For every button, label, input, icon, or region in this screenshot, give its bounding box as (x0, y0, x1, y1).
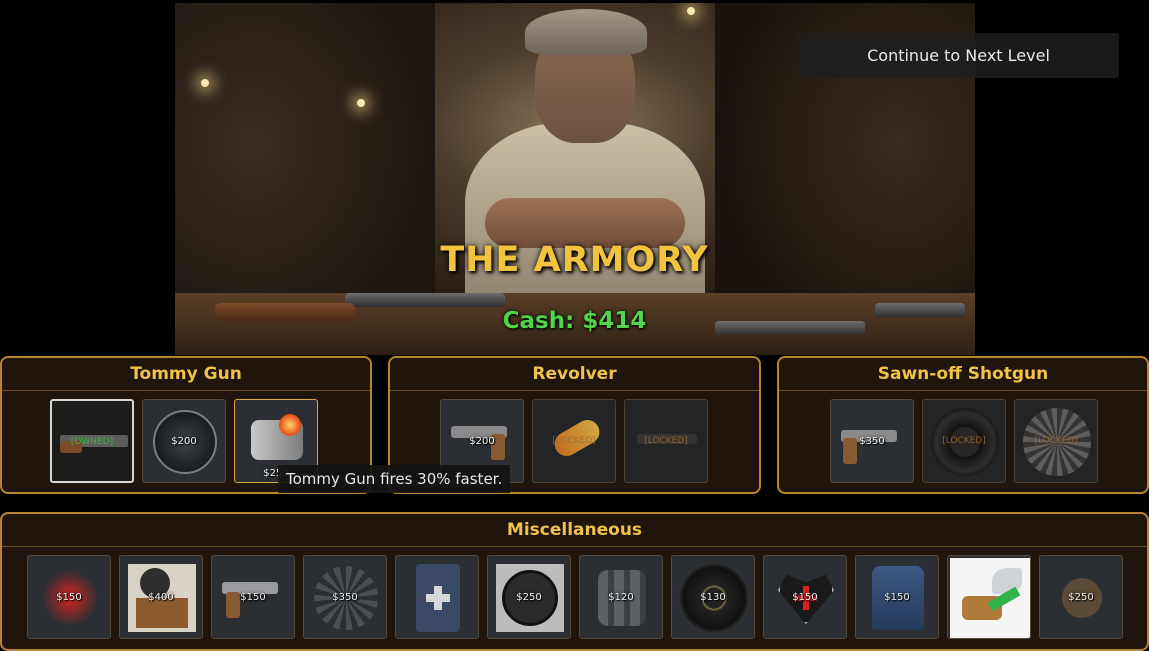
page-title: THE ARMORY (440, 240, 709, 280)
panel-title: Tommy Gun (2, 358, 370, 391)
shop-item-gear[interactable]: $350 (303, 555, 387, 639)
lamp-light (687, 7, 695, 15)
shop-item-wheel[interactable]: $250 (487, 555, 571, 639)
price-label: $150 (240, 592, 266, 603)
price-label: $130 (700, 592, 726, 603)
shop-item-tire[interactable]: $130 (671, 555, 755, 639)
owned-label: [OWNED] (70, 437, 114, 447)
price-label: $350 (332, 592, 358, 603)
sawn-off-shotgun-panel: Sawn-off Shotgun $350 [LOCKED] [LOCKED] (777, 356, 1149, 494)
miscellaneous-panel: Miscellaneous $150 $400 $150 $350 $250 $… (0, 512, 1149, 651)
price-label: $200 (171, 436, 197, 447)
cross-shape (426, 594, 450, 602)
shop-item-heart-health[interactable]: $150 (763, 555, 847, 639)
shop-item-winged-boot[interactable] (947, 555, 1031, 639)
locked-label: [LOCKED] (1034, 436, 1078, 446)
shop-item-dark-revolver[interactable]: [LOCKED] (624, 399, 708, 483)
price-label: $150 (884, 592, 910, 603)
shop-item-coffin-cross[interactable] (395, 555, 479, 639)
shopkeeper-cap (525, 9, 647, 55)
lamp-light (357, 99, 365, 107)
price-label: $400 (148, 592, 174, 603)
shop-item-explosive-shell[interactable]: [LOCKED] (532, 399, 616, 483)
shop-item-sawn-off-shotgun[interactable]: $350 (830, 399, 914, 483)
locked-label: [LOCKED] (942, 436, 986, 446)
panel-title: Miscellaneous (2, 514, 1147, 547)
shop-item-drum-magazine[interactable]: $200 (142, 399, 226, 483)
shop-item-golden-revolver[interactable]: $150 (211, 555, 295, 639)
locked-label: [LOCKED] (552, 436, 596, 446)
price-label: $200 (469, 436, 495, 447)
price-label: $250 (516, 592, 542, 603)
price-label: $120 (608, 592, 634, 603)
panel-title: Sawn-off Shotgun (779, 358, 1147, 391)
lamp-light (201, 79, 209, 87)
price-label: $250 (1068, 592, 1094, 603)
item-tooltip: Tommy Gun fires 30% faster. (278, 465, 511, 493)
shop-item-bomb-crate[interactable]: $400 (119, 555, 203, 639)
panel-title: Revolver (390, 358, 759, 391)
shop-item-spiked-wheel[interactable]: [LOCKED] (1014, 399, 1098, 483)
flame-icon (279, 414, 301, 436)
locked-label: [LOCKED] (644, 436, 688, 446)
price-label: $150 (792, 592, 818, 603)
shop-item-armor-vest[interactable]: $150 (855, 555, 939, 639)
continue-next-level-button[interactable]: Continue to Next Level (798, 33, 1119, 78)
shop-item-red-bullet[interactable]: $150 (27, 555, 111, 639)
price-label: $350 (859, 436, 885, 447)
shop-item-gas-mask[interactable]: $250 (1039, 555, 1123, 639)
shop-item-grenade-pack[interactable]: $120 (579, 555, 663, 639)
price-label: $150 (56, 592, 82, 603)
shop-item-dark-ring[interactable]: [LOCKED] (922, 399, 1006, 483)
cash-display: Cash: $414 (502, 308, 647, 334)
shop-item-tommy-gun[interactable]: [OWNED] (50, 399, 134, 483)
table-gun (345, 293, 505, 307)
